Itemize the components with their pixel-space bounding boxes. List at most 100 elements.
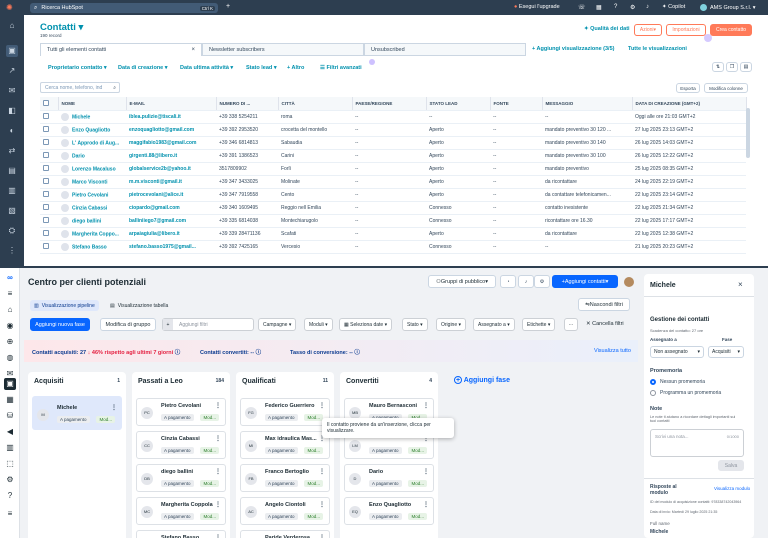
cell-name[interactable]: Michele	[58, 110, 126, 124]
settings-icon[interactable]: ⚙	[4, 474, 16, 486]
lead-card[interactable]: M Michele A pagamento Mod... ⋮	[32, 400, 122, 428]
clear-filters-link[interactable]: ✕ Cancella filtri	[586, 321, 624, 327]
tab-table-view[interactable]: ▤ Visualizzazione tabella	[110, 300, 168, 311]
calendar-icon[interactable]: ▦	[4, 394, 16, 406]
row-checkbox[interactable]	[43, 138, 49, 145]
form-badge[interactable]: Mod...	[408, 447, 427, 454]
bulk-edit-button[interactable]: Modifica di gruppo	[100, 318, 156, 331]
meta-logo-icon[interactable]: ∞	[4, 272, 16, 284]
lead-card[interactable]: FB Franco Bertoglio A pagamento Mod... ⋮	[240, 464, 330, 492]
filter-campaigns[interactable]: Campagne ▾	[258, 318, 297, 331]
cell-email[interactable]: arpaiagiulia@libero.it	[126, 227, 216, 241]
table-row[interactable]: L' Approdo di Aug... maggifabio1983@gmail…	[40, 136, 746, 150]
contacts-icon[interactable]: ◔	[500, 275, 516, 288]
audience-icon[interactable]: ⛁	[4, 410, 16, 422]
more-options-icon[interactable]: ⋮	[423, 468, 429, 475]
phone-icon[interactable]: ☏	[578, 4, 586, 11]
filter-more[interactable]: + Altro	[287, 65, 304, 71]
help-icon[interactable]: ?	[4, 490, 16, 502]
audience-groups-button[interactable]: ⚇ Gruppi di pubblico ▾	[428, 275, 496, 288]
account-menu[interactable]: AMS Group S.r.l. ▾	[700, 4, 756, 11]
more-options-icon[interactable]: ⋮	[319, 402, 325, 409]
row-checkbox[interactable]	[43, 190, 49, 197]
lead-card[interactable]: CC Cinzia Cabassi A pagamento Mod... ⋮	[136, 431, 226, 459]
megaphone-icon[interactable]: ◀	[4, 426, 16, 438]
cell-email[interactable]: stefano.basso1975@gmail...	[126, 240, 216, 254]
lead-card[interactable]: EQ Enzo Quagliotto A pagamento Mod... ⋮	[344, 497, 434, 525]
ads-icon[interactable]: ⊕	[4, 336, 16, 348]
cell-name[interactable]: Enzo Quagliotto	[58, 123, 126, 137]
duplicate-icon[interactable]: ❐	[726, 62, 738, 72]
select-all-checkbox[interactable]	[43, 99, 49, 106]
table-row[interactable]: Dario girgenti.88@libero.it +39 391 138652…	[40, 149, 746, 163]
cell-email[interactable]: iblea.pulizie@tiscali.it	[126, 110, 216, 124]
cell-email[interactable]: pietrocevolani@alice.it	[126, 188, 216, 202]
phase-select[interactable]: Acquisiti ▾	[708, 346, 744, 358]
lead-card[interactable]: MI Max idraulica Mas... A pagamento Mod.…	[240, 431, 330, 459]
cell-name[interactable]: L' Approdo di Aug...	[58, 136, 126, 150]
column-header-email[interactable]: E-MAIL	[126, 97, 217, 111]
actions-button[interactable]: Azioni ▾	[634, 24, 662, 36]
service-icon[interactable]: ◐	[6, 125, 18, 137]
filter-lead-status[interactable]: Stato lead ▾	[246, 65, 277, 71]
column-header-created[interactable]: DATA DI CREAZIONE (GMT+2)	[632, 97, 747, 111]
lead-card[interactable]: MC Margherita Coppola A pagamento Mod...…	[136, 497, 226, 525]
notes-textarea[interactable]: Scrivi una nota... 0/1000	[650, 429, 744, 457]
insights-icon[interactable]: ▥	[4, 442, 16, 454]
create-contact-button[interactable]: Crea contatto	[710, 24, 752, 36]
form-badge[interactable]: Mod...	[200, 414, 219, 421]
table-row[interactable]: Margherita Coppo... arpaiagiulia@libero.i…	[40, 227, 746, 241]
save-note-button[interactable]: Salva	[718, 460, 744, 471]
column-header-lead-status[interactable]: STATO LEAD	[426, 97, 491, 111]
library-icon[interactable]: ⛭	[6, 225, 18, 237]
more-options-icon[interactable]: ⋮	[215, 435, 221, 442]
settings-icon[interactable]: ⚙	[630, 4, 635, 11]
bookmark-icon[interactable]: ⌂	[6, 20, 18, 32]
filter-created[interactable]: Data di creazione ▾	[118, 65, 168, 71]
cell-name[interactable]: Stefano Basso	[58, 240, 126, 254]
filter-dates[interactable]: ▦ Seleziona date ▾	[339, 318, 393, 331]
cell-email[interactable]: balliniiego7@gmail.com	[126, 214, 216, 228]
tools-icon[interactable]: ⬚	[4, 458, 16, 470]
avatar[interactable]	[624, 277, 634, 287]
add-icon[interactable]: +	[226, 3, 230, 10]
marketplace-icon[interactable]: ▦	[596, 4, 602, 11]
filter-forms[interactable]: Moduli ▾	[304, 318, 333, 331]
row-checkbox[interactable]	[43, 112, 49, 119]
lead-card[interactable]: D Dario A pagamento Mod... ⋮	[344, 464, 434, 492]
add-contacts-button[interactable]: + Aggiungi contatti ▾	[552, 275, 618, 288]
gear-icon[interactable]: ⚙	[534, 275, 550, 288]
automation-icon[interactable]: ⇄	[6, 145, 18, 157]
close-icon[interactable]: ×	[191, 47, 195, 53]
more-icon[interactable]: ≡	[4, 508, 16, 520]
cell-email[interactable]: enzoquagliotto@gmail.com	[126, 123, 216, 137]
row-checkbox[interactable]	[43, 242, 49, 249]
help-icon[interactable]: ?	[614, 4, 617, 10]
lead-card[interactable]: PV Paride Verderosa A pagamento Mod... ⋮	[240, 530, 330, 538]
lead-card[interactable]: FG Federico Guerriero A pagamento Mod...…	[240, 398, 330, 426]
view-form-link[interactable]: Visualizza modulo	[714, 486, 750, 491]
row-checkbox[interactable]	[43, 125, 49, 132]
marketing-icon[interactable]: ↗	[6, 65, 18, 77]
leads-icon[interactable]: ▣	[4, 378, 16, 390]
home-icon[interactable]: ⌂	[4, 304, 16, 316]
view-tab-unsubscribed[interactable]: Unsubscribed	[364, 43, 526, 56]
row-checkbox[interactable]	[43, 229, 49, 236]
filter-last-activity[interactable]: Data ultima attività ▾	[180, 65, 233, 71]
assigned-select[interactable]: Non assegnato ▾	[650, 346, 704, 358]
more-options-icon[interactable]: ⋮	[111, 404, 117, 411]
more-options-icon[interactable]: ⋮	[423, 501, 429, 508]
content-icon[interactable]: ✉	[6, 85, 18, 97]
edit-columns-button[interactable]: Modifica colonne	[704, 83, 748, 93]
lead-card[interactable]: DB diego ballini A pagamento Mod... ⋮	[136, 464, 226, 492]
filter-status[interactable]: Stato ▾	[402, 318, 428, 331]
form-badge[interactable]: Mod...	[304, 480, 323, 487]
tab-pipeline-view[interactable]: ▥ Visualizzazione pipeline	[30, 300, 99, 311]
row-checkbox[interactable]	[43, 177, 49, 184]
cell-name[interactable]: Marco Visconti	[58, 175, 126, 189]
form-badge[interactable]: Mod...	[304, 447, 323, 454]
cell-name[interactable]: diego ballini	[58, 214, 126, 228]
reporting-icon[interactable]: ▤	[6, 165, 18, 177]
more-options-icon[interactable]: ⋮	[215, 402, 221, 409]
table-row[interactable]: Cinzia Cabassi ciopardo@gmail.com +39 340 …	[40, 201, 746, 215]
